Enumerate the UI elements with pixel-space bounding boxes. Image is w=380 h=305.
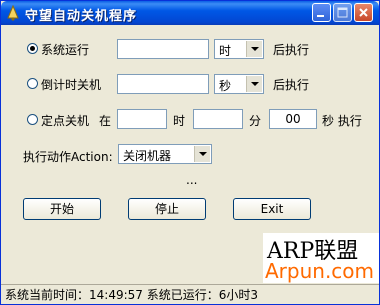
radio-scheduled[interactable]	[27, 114, 38, 125]
minimize-button[interactable]	[312, 3, 331, 22]
ellipsis-text: ...	[186, 173, 198, 187]
scheduled-hour-input[interactable]	[117, 109, 167, 129]
scheduled-second-label: 秒 执行	[322, 114, 362, 128]
scheduled-minute-input[interactable]	[193, 109, 243, 129]
scheduled-minute-label: 分	[249, 114, 262, 128]
start-button[interactable]: 开始	[23, 198, 101, 220]
chevron-down-icon	[246, 41, 262, 57]
scheduled-label: 定点关机	[41, 114, 90, 128]
countdown-input[interactable]	[117, 74, 209, 94]
system-run-label: 系统运行	[41, 43, 90, 57]
action-label: 执行动作Action:	[23, 150, 113, 164]
bell-icon	[7, 5, 19, 21]
exit-button[interactable]: Exit	[233, 198, 311, 220]
radio-countdown[interactable]	[27, 78, 38, 89]
system-run-unit-select[interactable]: 时	[214, 39, 264, 59]
status-bar: 系统当前时间：14:49:57 系统已运行：6小时3	[1, 284, 379, 304]
countdown-unit-value: 秒	[219, 79, 232, 93]
radio-system-run[interactable]	[27, 43, 38, 54]
chevron-down-icon	[246, 76, 262, 92]
scheduled-hour-label: 时	[173, 114, 186, 128]
action-select-value: 关闭机器	[123, 149, 172, 163]
minimize-icon	[317, 15, 324, 17]
close-icon	[359, 8, 368, 17]
countdown-unit-select[interactable]: 秒	[214, 74, 264, 94]
watermark: ARP联盟 Arpun.com	[263, 233, 379, 283]
scheduled-at-label: 在	[99, 114, 112, 128]
title-bar[interactable]: 守望自动关机程序	[1, 1, 379, 25]
watermark-url: Arpun.com	[265, 259, 375, 283]
system-run-hours-input[interactable]	[117, 39, 209, 59]
scheduled-second-input[interactable]: 00	[269, 109, 317, 129]
countdown-suffix: 后执行	[273, 78, 310, 92]
system-run-unit-value: 时	[219, 44, 232, 58]
close-button[interactable]	[354, 3, 373, 22]
chevron-down-icon	[194, 146, 210, 162]
app-window: 守望自动关机程序 系统运行 时 后执行 倒计时关机 秒 后执行 定点关机 在 时…	[0, 0, 380, 305]
maximize-icon	[337, 7, 348, 18]
window-title: 守望自动关机程序	[25, 9, 138, 24]
action-select[interactable]: 关闭机器	[118, 144, 212, 164]
system-run-suffix: 后执行	[273, 43, 310, 57]
stop-button[interactable]: 停止	[128, 198, 206, 220]
maximize-button[interactable]	[333, 3, 352, 22]
countdown-label: 倒计时关机	[41, 78, 102, 92]
